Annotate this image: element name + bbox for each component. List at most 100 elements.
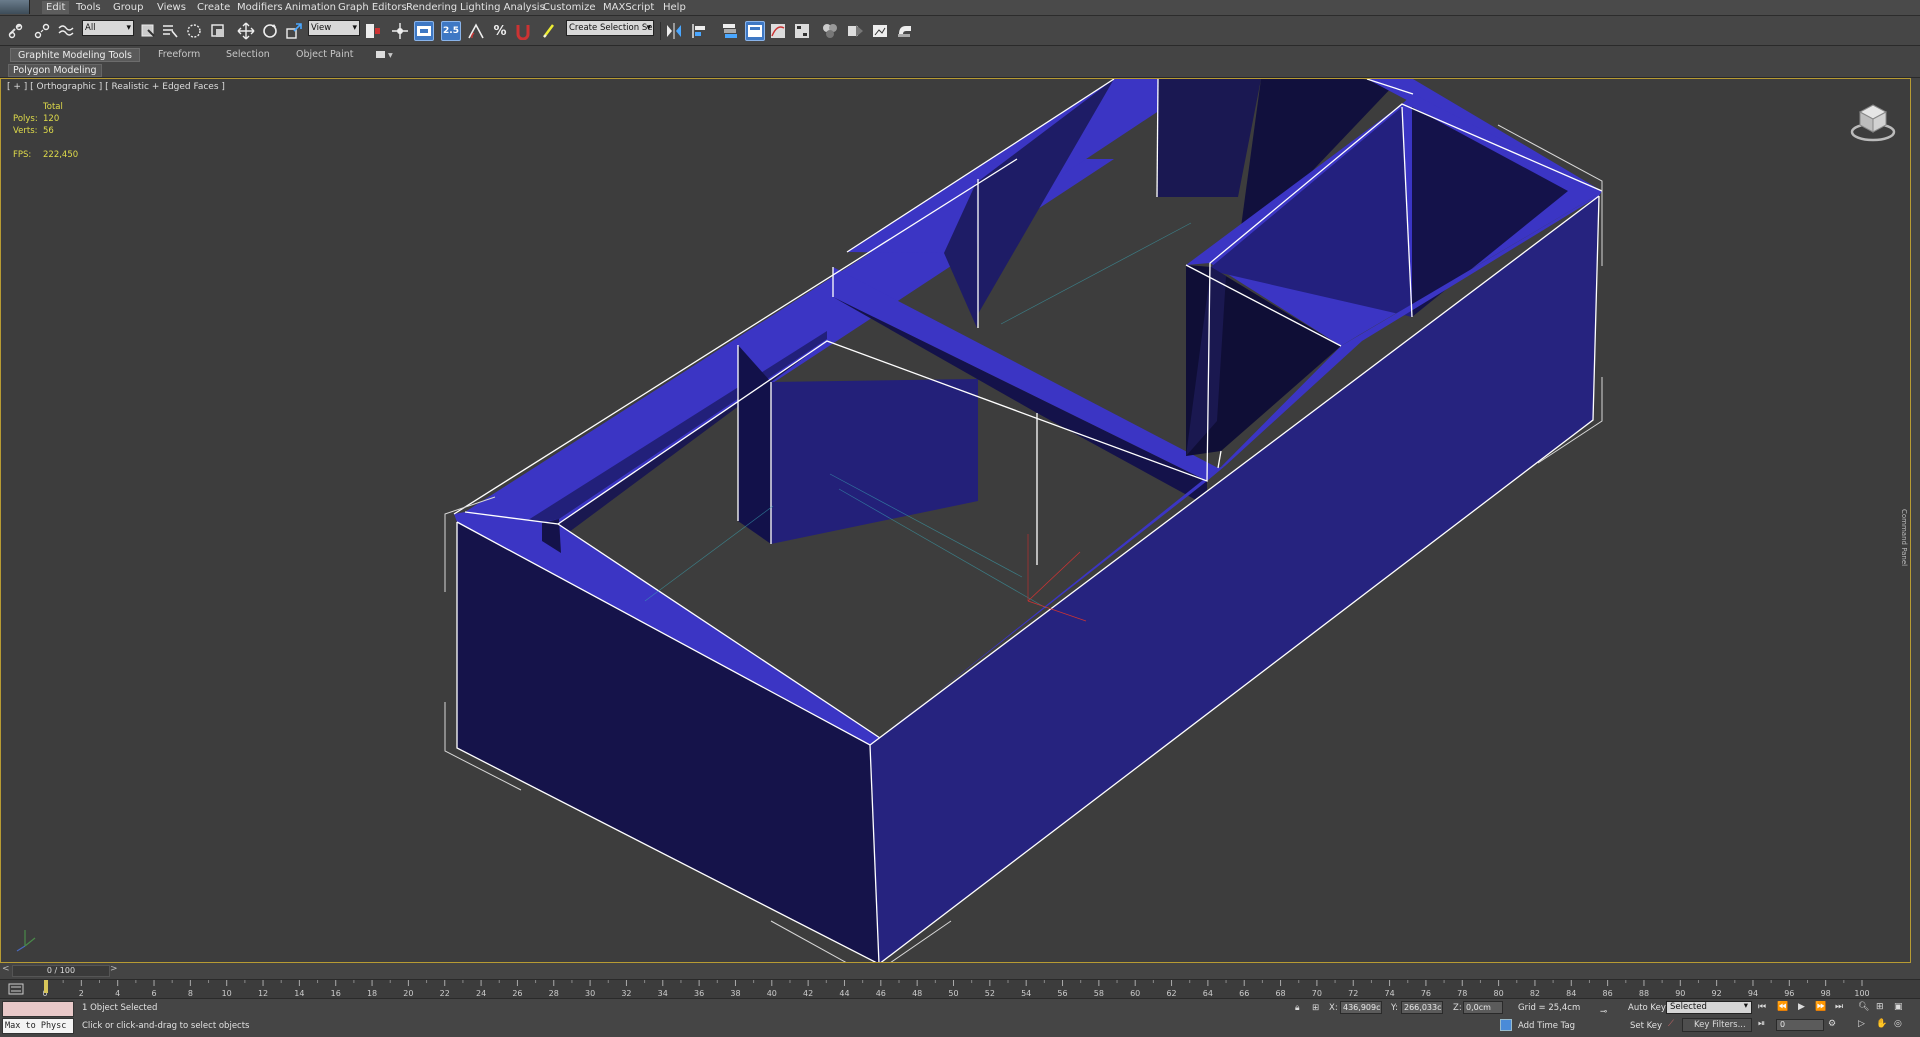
keyboard-shortcut-override-icon[interactable] <box>414 21 434 41</box>
menu-group[interactable]: Group <box>113 2 143 15</box>
select-and-move-icon[interactable] <box>236 21 256 41</box>
render-production-icon[interactable] <box>895 21 915 41</box>
viewcube-icon[interactable] <box>1850 99 1896 145</box>
select-and-link-icon[interactable] <box>6 21 26 41</box>
select-and-rotate-icon[interactable] <box>260 21 280 41</box>
menu-lighting-analysis[interactable]: Lighting Analysis <box>460 2 545 15</box>
menu-tools[interactable]: Tools <box>76 2 101 15</box>
render-setup-icon[interactable] <box>846 21 866 41</box>
track-bar[interactable]: 0 2 4 6 8 10 12 14 16 18 20 22 24 26 28 30 32 34 36 38 40 42 4… <box>0 980 1920 999</box>
tab-object-paint[interactable]: Object Paint <box>296 48 353 62</box>
tab-graphite-modeling-tools[interactable]: Graphite Modeling Tools <box>10 48 140 62</box>
menu-help[interactable]: Help <box>663 2 686 15</box>
previous-frame-icon[interactable]: ⏪ <box>1777 1002 1788 1012</box>
menu-customize[interactable]: Customize <box>543 2 596 15</box>
edit-named-selection-icon[interactable] <box>540 21 560 41</box>
bind-to-space-warp-icon[interactable] <box>56 21 76 41</box>
track-tick-label: 46 <box>876 989 886 998</box>
time-configuration-icon[interactable]: ⚙ <box>1828 1019 1836 1029</box>
key-mode-toggle-icon[interactable]: ⏯ <box>1758 1019 1765 1029</box>
schematic-view-icon[interactable] <box>792 21 812 41</box>
lock-selection-icon[interactable]: 🔒︎ <box>1295 1003 1300 1013</box>
auto-key-button[interactable]: Auto Key <box>1628 1003 1666 1013</box>
ribbon-panel-polygon-modeling[interactable]: Polygon Modeling <box>8 64 102 77</box>
play-icon[interactable]: ▶ <box>1798 1002 1805 1012</box>
viewport-orthographic[interactable]: [ + ] [ Orthographic ] [ Realistic + Edg… <box>0 78 1911 963</box>
x-coord-field[interactable]: 436,909cm <box>1340 1001 1382 1014</box>
z-coord-field[interactable]: 0,0cm <box>1463 1001 1503 1014</box>
current-frame-marker[interactable] <box>44 980 48 993</box>
maxscript-listener-pane[interactable] <box>2 1001 74 1017</box>
select-and-scale-icon[interactable] <box>284 21 304 41</box>
reference-coordinate-dropdown[interactable]: View <box>308 20 360 36</box>
command-panel-label[interactable]: Command Panel <box>1900 509 1908 566</box>
menu-animation[interactable]: Animation <box>285 2 336 15</box>
angle-snap-icon[interactable] <box>466 21 486 41</box>
key-filters-button[interactable]: Key Filters... <box>1682 1018 1752 1032</box>
named-selection-sets-dropdown[interactable]: Create Selection Se <box>566 20 654 36</box>
zoom-extents-icon[interactable]: ▣ <box>1894 1002 1903 1012</box>
fps-value: 222,450 <box>43 150 79 160</box>
track-tick-label: 26 <box>512 989 522 998</box>
app-logo-icon[interactable] <box>0 0 30 14</box>
curve-editor-icon[interactable] <box>768 21 788 41</box>
snaps-toggle-icon[interactable]: 2.5 <box>441 21 461 41</box>
menu-create[interactable]: Create <box>197 2 230 15</box>
time-slider[interactable]: < 0 / 100 > <box>0 963 1920 980</box>
selection-filter-dropdown[interactable]: All <box>82 20 134 36</box>
default-tangents-icon[interactable]: ⟋ <box>1668 1019 1674 1029</box>
field-of-view-icon[interactable]: ▷ <box>1858 1019 1865 1029</box>
menu-edit[interactable]: Edit <box>42 1 70 14</box>
current-frame-field[interactable]: 0 <box>1776 1019 1824 1031</box>
time-slider-prev-icon[interactable]: < <box>2 964 10 974</box>
stats-header: Total <box>43 102 63 112</box>
select-and-manipulate-icon[interactable] <box>390 21 410 41</box>
zoom-icon[interactable]: 🔍︎ <box>1858 1002 1869 1012</box>
use-pivot-center-icon[interactable] <box>363 21 383 41</box>
viewport-label[interactable]: [ + ] [ Orthographic ] [ Realistic + Edg… <box>7 82 225 92</box>
menu-modifiers[interactable]: Modifiers <box>237 2 283 15</box>
menu-views[interactable]: Views <box>157 2 186 15</box>
rendered-frame-window-icon[interactable] <box>870 21 890 41</box>
time-tag-icon[interactable] <box>1500 1019 1512 1031</box>
select-object-icon[interactable] <box>138 21 158 41</box>
pan-view-icon[interactable]: ✋ <box>1876 1019 1887 1029</box>
menu-rendering[interactable]: Rendering <box>406 2 457 15</box>
selection-region-icon[interactable] <box>184 21 204 41</box>
track-tick-label: 60 <box>1130 989 1140 998</box>
key-icon[interactable]: ⊸ <box>1600 1007 1607 1017</box>
orbit-icon[interactable]: ◎ <box>1894 1019 1902 1029</box>
align-icon[interactable] <box>690 21 710 41</box>
add-time-tag[interactable]: Add Time Tag <box>1518 1021 1575 1031</box>
percent-snap-icon[interactable]: % <box>490 21 510 41</box>
tab-selection[interactable]: Selection <box>226 48 270 62</box>
go-to-end-icon[interactable]: ⏭ <box>1835 1002 1843 1012</box>
absolute-mode-icon[interactable]: ⊞ <box>1312 1003 1319 1013</box>
maxscript-mini-listener-input[interactable]: Max to Physc <box>2 1018 74 1034</box>
time-slider-next-icon[interactable]: > <box>110 964 118 974</box>
go-to-start-icon[interactable]: ⏮ <box>1758 1002 1766 1012</box>
material-editor-icon[interactable] <box>820 21 840 41</box>
viewport-statistics: Total Polys: 120 Verts: 56 FPS: 222,450 <box>13 101 78 161</box>
select-by-name-icon[interactable] <box>160 21 180 41</box>
ribbon: Graphite Modeling Tools Freeform Selecti… <box>0 46 1920 78</box>
menu-graph-editors[interactable]: Graph Editors <box>338 2 407 15</box>
y-coord-field[interactable]: 266,033cm <box>1401 1001 1443 1014</box>
time-slider-thumb[interactable]: 0 / 100 <box>12 965 110 977</box>
tab-freeform[interactable]: Freeform <box>158 48 200 62</box>
zoom-all-icon[interactable]: ⊞ <box>1876 1002 1884 1012</box>
set-key-button[interactable]: Set Key <box>1630 1021 1662 1031</box>
next-frame-icon[interactable]: ⏩ <box>1815 1002 1826 1012</box>
mirror-icon[interactable] <box>664 21 684 41</box>
window-crossing-icon[interactable] <box>208 21 228 41</box>
unlink-selection-icon[interactable] <box>32 21 52 41</box>
key-mode-dropdown[interactable]: Selected <box>1666 1001 1752 1014</box>
spinner-snap-icon[interactable] <box>513 21 533 41</box>
graphite-tools-toggle-icon[interactable] <box>745 21 765 41</box>
track-tick-label: 92 <box>1712 989 1722 998</box>
layer-manager-icon[interactable] <box>720 21 740 41</box>
grid-size-readout: Grid = 25,4cm <box>1518 1003 1581 1013</box>
menu-maxscript[interactable]: MAXScript <box>603 2 654 15</box>
ribbon-options-icon[interactable]: ▾ <box>376 48 393 62</box>
track-tick-label: 68 <box>1275 989 1285 998</box>
